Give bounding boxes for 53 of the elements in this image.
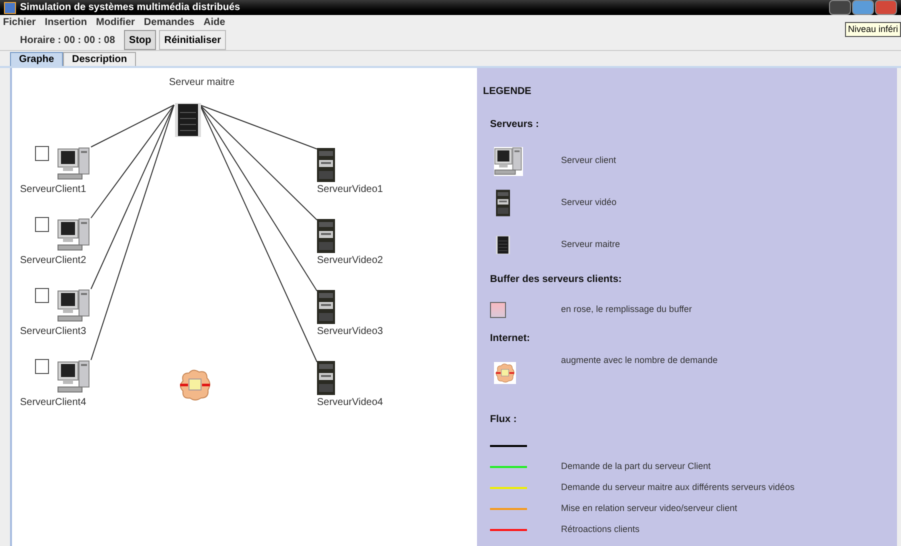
menu-item[interactable]: Fichier bbox=[3, 15, 36, 30]
server-tower-icon bbox=[317, 290, 335, 324]
menu-item[interactable]: Insertion bbox=[44, 15, 88, 30]
legend-title: LEGENDE bbox=[483, 85, 532, 99]
close-button[interactable] bbox=[875, 0, 897, 15]
maximize-button[interactable] bbox=[852, 0, 874, 15]
server-tower-icon bbox=[317, 219, 335, 253]
computer-icon bbox=[57, 147, 91, 181]
section-heading: Internet: bbox=[489, 332, 531, 346]
node-label: ServeurClient1 bbox=[20, 183, 86, 197]
node-label: ServeurVideo4 bbox=[317, 396, 383, 410]
server-tower-icon bbox=[175, 103, 201, 137]
minimize-button[interactable] bbox=[829, 0, 851, 15]
computer-icon bbox=[57, 360, 91, 394]
menu-item[interactable]: Modifier bbox=[96, 15, 135, 30]
computer-icon bbox=[57, 289, 91, 323]
stop-button[interactable]: Stop bbox=[124, 30, 156, 50]
legend-text: Serveur maitre bbox=[561, 238, 620, 252]
server-tower-icon bbox=[496, 189, 510, 217]
menu-item[interactable]: Aide bbox=[204, 15, 226, 30]
legend-text: Demande de la part du serveur Client bbox=[561, 460, 711, 473]
tab[interactable]: Graphe bbox=[10, 52, 64, 66]
legend-text: Mise en relation serveur video/serveur client bbox=[561, 502, 738, 515]
reset-button[interactable]: Réinitialiser bbox=[159, 30, 226, 50]
legend-text: en rose, le remplissage du buffer bbox=[561, 303, 692, 316]
section-heading: Flux : bbox=[489, 413, 518, 427]
node-label: ServeurClient4 bbox=[20, 396, 86, 410]
cloud-icon bbox=[494, 362, 516, 384]
menu-item[interactable]: Demandes bbox=[144, 15, 194, 30]
section-heading: Buffer des serveurs clients: bbox=[489, 273, 623, 287]
computer-icon bbox=[494, 146, 523, 176]
app-icon bbox=[4, 2, 16, 14]
clock-text: Horaire : 00 : 00 : 08 bbox=[20, 34, 116, 48]
server-tower-icon bbox=[317, 361, 335, 395]
window-title: Simulation de systèmes multimédia distribués bbox=[20, 1, 240, 15]
node-label: ServeurVideo3 bbox=[317, 325, 383, 339]
server-tower-icon bbox=[317, 148, 335, 182]
legend-text: Rétroactions clients bbox=[561, 522, 640, 536]
tab[interactable]: Description bbox=[63, 52, 136, 66]
buffer-box bbox=[490, 302, 506, 318]
node-label: Serveur maitre bbox=[169, 76, 235, 90]
legend-text: Serveur vidéo bbox=[561, 196, 617, 210]
computer-icon bbox=[57, 218, 91, 252]
section-heading: Serveurs : bbox=[489, 118, 540, 132]
node-label: ServeurVideo2 bbox=[317, 254, 383, 268]
cloud-icon bbox=[177, 367, 213, 403]
legend-text: Serveur client bbox=[561, 154, 616, 168]
tooltip: Niveau inféri bbox=[844, 22, 901, 37]
node-label: ServeurClient3 bbox=[20, 325, 86, 339]
node-label: ServeurClient2 bbox=[20, 254, 86, 268]
legend-text: augmente avec le nombre de demande bbox=[561, 354, 718, 367]
legend-text: Demande du serveur maitre aux différents serveurs vidéos bbox=[561, 480, 794, 494]
node-label: ServeurVideo1 bbox=[317, 183, 383, 197]
